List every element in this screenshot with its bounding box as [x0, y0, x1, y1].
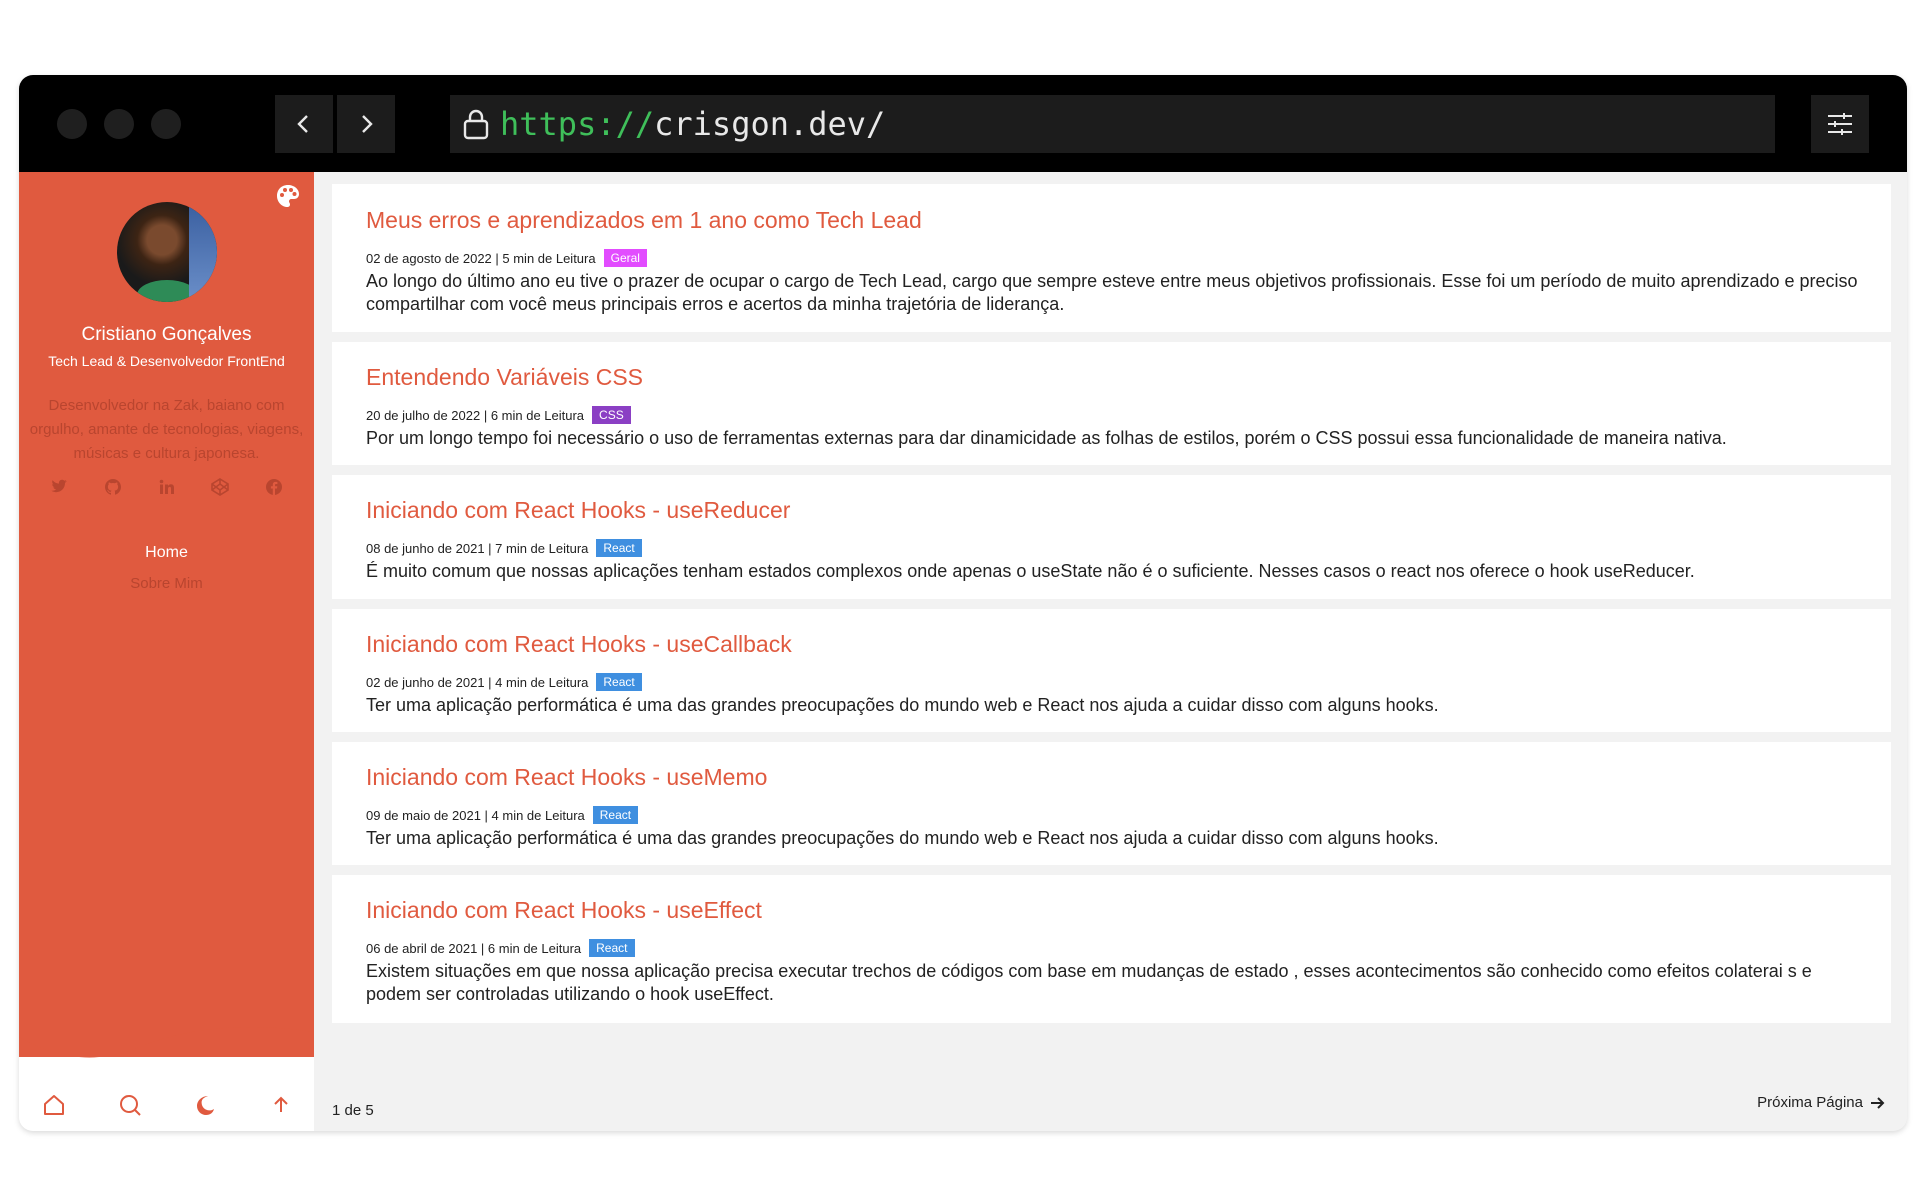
post-date-readtime: 06 de abril de 2021 | 6 min de Leitura: [366, 940, 582, 956]
github-icon[interactable]: [103, 477, 123, 497]
post-description: Existem situações em que nossa aplicação…: [366, 961, 1812, 1004]
pagination-count: 1 de 5: [332, 1102, 374, 1119]
sidebar-profile-panel: [19, 172, 314, 1057]
author-name: Cristiano Gonçalves: [81, 324, 252, 345]
post-card[interactable]: Entendendo Variáveis CSS 20 de julho de …: [332, 342, 1891, 465]
post-title[interactable]: Iniciando com React Hooks - useMemo: [366, 764, 767, 791]
author-bio: Desenvolvedor na Zak, baiano com orgulho…: [29, 397, 304, 462]
chevron-left-icon: [297, 115, 308, 133]
post-description: Ter uma aplicação performática é uma das…: [366, 828, 1439, 848]
post-meta: 02 de junho de 2021 | 4 min de Leitura R…: [366, 673, 642, 691]
post-tag[interactable]: React: [596, 539, 642, 557]
post-description: Ao longo do último ano eu tive o prazer …: [366, 271, 1858, 314]
post-date-readtime: 02 de agosto de 2022 | 5 min de Leitura: [366, 250, 596, 266]
nav-home-link[interactable]: Home: [19, 544, 314, 562]
forward-button[interactable]: [337, 95, 395, 153]
post-title[interactable]: Entendendo Variáveis CSS: [366, 364, 643, 391]
post-description: É muito comum que nossas aplicações tenh…: [366, 561, 1695, 581]
lock-icon: [462, 108, 490, 140]
post-tag[interactable]: CSS: [592, 406, 631, 424]
post-date-readtime: 09 de maio de 2021 | 4 min de Leitura: [366, 807, 585, 823]
chevron-right-icon: [362, 115, 373, 133]
palette-icon[interactable]: [275, 183, 301, 214]
post-meta: 08 de junho de 2021 | 7 min de Leitura R…: [366, 539, 642, 557]
arrow-up-icon[interactable]: [266, 1090, 296, 1120]
post-tag[interactable]: Geral: [603, 249, 647, 267]
address-bar[interactable]: https://crisgon.dev/: [450, 95, 1775, 153]
post-meta: 06 de abril de 2021 | 6 min de Leitura R…: [366, 939, 635, 957]
author-role: Tech Lead & Desenvolvedor FrontEnd: [48, 353, 285, 369]
post-card[interactable]: Iniciando com React Hooks - useReducer 0…: [332, 475, 1891, 599]
codepen-icon[interactable]: [210, 477, 230, 497]
post-card[interactable]: Iniciando com React Hooks - useCallback …: [332, 609, 1891, 732]
facebook-icon[interactable]: [264, 477, 284, 497]
next-page-label: Próxima Página: [1757, 1094, 1863, 1111]
url-scheme: https://: [500, 105, 655, 143]
post-meta: 02 de agosto de 2022 | 5 min de Leitura …: [366, 249, 647, 267]
moon-icon[interactable]: [190, 1090, 220, 1120]
sliders-icon: [1828, 113, 1852, 135]
linkedin-icon[interactable]: [157, 477, 177, 497]
browser-titlebar: https://crisgon.dev/: [19, 75, 1907, 172]
sidebar: Cristiano Gonçalves Tech Lead & Desenvol…: [19, 172, 314, 1131]
post-date-readtime: 02 de junho de 2021 | 4 min de Leitura: [366, 674, 589, 690]
post-title[interactable]: Iniciando com React Hooks - useCallback: [366, 631, 792, 658]
post-description: Por um longo tempo foi necessário o uso …: [366, 428, 1727, 448]
post-meta: 20 de julho de 2022 | 6 min de Leitura C…: [366, 406, 631, 424]
post-card[interactable]: Meus erros e aprendizados em 1 ano como …: [332, 184, 1891, 332]
window-close-dot[interactable]: [57, 109, 87, 139]
nav-about-link[interactable]: Sobre Mim: [19, 575, 314, 592]
post-list: Meus erros e aprendizados em 1 ano como …: [314, 172, 1907, 1131]
post-card[interactable]: Iniciando com React Hooks - useMemo 09 d…: [332, 742, 1891, 865]
post-meta: 09 de maio de 2021 | 4 min de Leitura Re…: [366, 806, 639, 824]
settings-button[interactable]: [1811, 95, 1869, 153]
post-tag[interactable]: React: [589, 939, 635, 957]
window-minimize-dot[interactable]: [104, 109, 134, 139]
post-title[interactable]: Iniciando com React Hooks - useReducer: [366, 497, 790, 524]
browser-window: https://crisgon.dev/ Cristiano Gonçalves…: [19, 75, 1907, 1131]
post-tag[interactable]: React: [592, 806, 639, 824]
back-button[interactable]: [275, 95, 333, 153]
search-icon[interactable]: [115, 1090, 145, 1120]
twitter-icon[interactable]: [49, 477, 69, 497]
social-links: [49, 477, 284, 497]
arrow-right-icon: [1871, 1096, 1885, 1109]
sidebar-bottom-toolbar: [39, 1090, 296, 1120]
avatar: [117, 202, 217, 302]
post-description: Ter uma aplicação performática é uma das…: [366, 695, 1439, 715]
sidebar-wave: [19, 1012, 314, 1058]
post-title[interactable]: Meus erros e aprendizados em 1 ano como …: [366, 207, 922, 234]
next-page-link[interactable]: Próxima Página: [1757, 1094, 1885, 1111]
post-date-readtime: 20 de julho de 2022 | 6 min de Leitura: [366, 407, 585, 423]
post-card[interactable]: Iniciando com React Hooks - useEffect 06…: [332, 875, 1891, 1023]
post-tag[interactable]: React: [596, 673, 642, 691]
url-host: crisgon.dev/: [654, 105, 886, 143]
post-date-readtime: 08 de junho de 2021 | 7 min de Leitura: [366, 540, 589, 556]
window-maximize-dot[interactable]: [151, 109, 181, 139]
home-icon[interactable]: [39, 1090, 69, 1120]
post-title[interactable]: Iniciando com React Hooks - useEffect: [366, 897, 762, 924]
